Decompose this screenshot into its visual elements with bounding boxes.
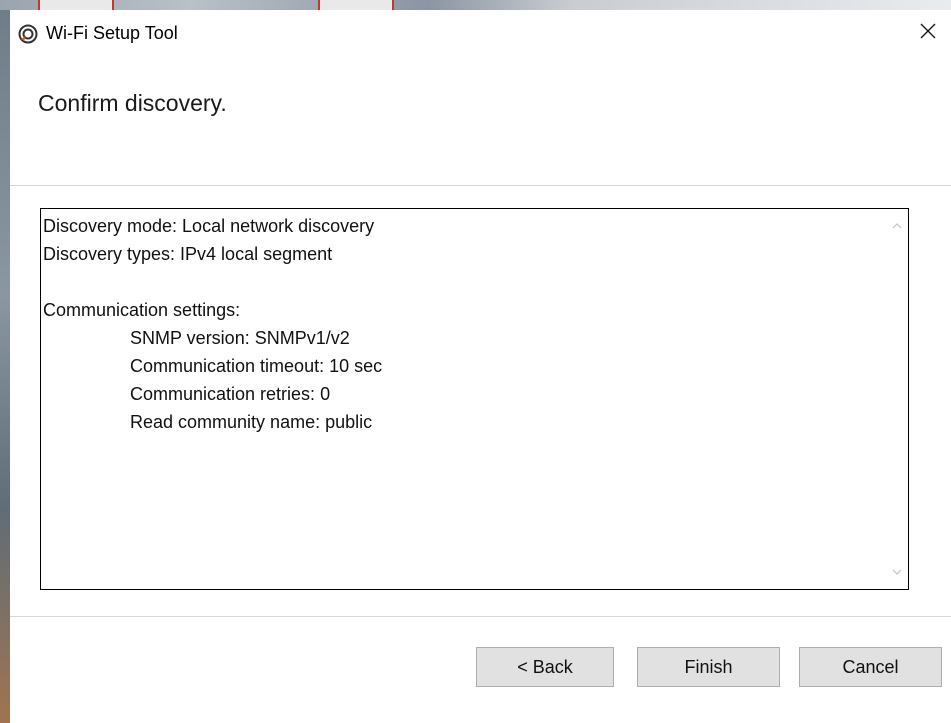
desktop-background-edge xyxy=(0,10,10,723)
finish-button[interactable]: Finish xyxy=(637,647,780,687)
window-title: Wi-Fi Setup Tool xyxy=(46,23,178,43)
summary-line: Discovery types: IPv4 local segment xyxy=(43,244,333,264)
close-icon xyxy=(919,22,937,45)
summary-line: Discovery mode: Local network discovery xyxy=(43,216,375,236)
background-taskbar-item xyxy=(38,0,114,10)
summary-line: Communication retries: 0 xyxy=(130,384,331,404)
wifi-setup-dialog: Wi-Fi Setup Tool Confirm discovery. Disc… xyxy=(10,10,951,723)
discovery-summary-textbox[interactable]: Discovery mode: Local network discovery D… xyxy=(40,208,909,590)
summary-line xyxy=(43,268,883,296)
back-button[interactable]: < Back xyxy=(476,647,614,687)
background-taskbar-item xyxy=(318,0,394,10)
scroll-up-arrow-icon[interactable] xyxy=(890,219,904,233)
vertical-scrollbar[interactable] xyxy=(886,209,908,589)
close-button[interactable] xyxy=(905,10,951,56)
scroll-down-arrow-icon[interactable] xyxy=(890,565,904,579)
summary-line: Communication timeout: 10 sec xyxy=(130,356,383,376)
page-heading: Confirm discovery. xyxy=(38,90,227,116)
footer-divider xyxy=(10,616,951,617)
cancel-button[interactable]: Cancel xyxy=(799,647,942,687)
title-bar: Wi-Fi Setup Tool xyxy=(10,10,951,58)
summary-line: Communication settings: xyxy=(43,300,241,320)
summary-line: Read community name: public xyxy=(130,412,373,432)
summary-lines: Discovery mode: Local network discovery D… xyxy=(43,212,883,436)
header-divider xyxy=(10,185,951,186)
wifi-setup-app-icon xyxy=(18,24,38,44)
summary-line: SNMP version: SNMPv1/v2 xyxy=(130,328,350,348)
desktop-background-strip xyxy=(0,0,951,10)
